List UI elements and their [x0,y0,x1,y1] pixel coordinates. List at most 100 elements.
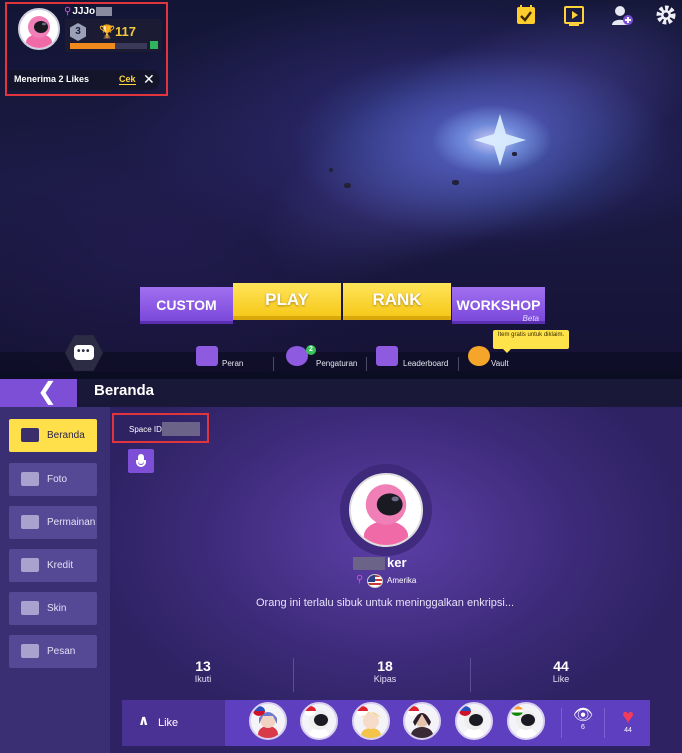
player-name: ⚲JJJo [64,6,113,17]
gender-icon: ⚲ [64,6,72,17]
id-card-icon [21,428,39,442]
stat-likes[interactable]: 44 Like [521,658,601,685]
flag-icon [304,706,316,716]
sidebar: Beranda Foto Permainan Kredit Skin Pesan [0,407,110,753]
bio-text: Orang ini terlalu sibuk untuk meninggalk… [256,597,515,609]
liker-avatar[interactable] [352,702,390,740]
space-id: Space ID [112,413,209,443]
xp-progress-fill [70,43,115,49]
divider [366,357,367,371]
asteroid [452,180,459,185]
asteroid [344,183,351,188]
chevron-up-icon: ∧ [138,712,150,728]
chevron-left-icon: ❮ [37,378,58,405]
divider [470,658,471,692]
add-friend-icon[interactable] [611,4,633,26]
sidebar-item-credit[interactable]: Kredit [9,549,97,582]
redacted-text [353,557,385,571]
back-button[interactable]: ❮ [0,379,77,407]
profile-avatar[interactable] [349,473,423,547]
astronaut-avatar-icon [351,475,421,545]
xp-progress-bar [70,43,147,49]
microphone-icon[interactable] [128,449,154,473]
sidebar-item-skin[interactable]: Skin [9,592,97,625]
eye-icon: 👁 [572,707,594,724]
divider [604,708,605,738]
play-button[interactable]: PLAY [233,283,341,320]
flag-icon [511,706,523,716]
country-name: Amerika [387,576,417,585]
sidebar-item-photo[interactable]: Foto [9,463,97,496]
workshop-label: WORKSHOP [456,297,541,313]
nav-item-settings[interactable]: Pengaturan [286,340,362,370]
check-link[interactable]: Cek [119,74,136,85]
views-count: 6 [581,724,585,731]
image-icon [21,472,39,486]
vault-icon [468,346,490,366]
redacted-text [162,422,200,436]
custom-mode-button[interactable]: CUSTOM [140,287,233,324]
sidebar-item-home[interactable]: Beranda [9,419,97,452]
trophy-icon: 🏆 [99,24,116,39]
like-notification: Menerima 2 Likes Cek ✕ [9,70,160,90]
heart-icon: ♥ [622,706,634,728]
flag-icon [459,706,471,716]
page-title: Beranda [94,382,155,399]
credit-icon [21,558,39,572]
flag-icon [253,706,265,716]
like-button[interactable]: ♥ 44 [612,707,644,734]
divider [458,357,459,371]
rank-button[interactable]: RANK [343,283,451,320]
galaxy-core [474,114,526,166]
rank-panel[interactable]: 3 🏆 117 [65,19,162,52]
nav-label: Leaderboard [403,359,449,368]
profile-card[interactable]: ⚲JJJo 3 🏆 117 Menerima 2 Likes Cek ✕ [5,2,168,96]
notification-badge: 2 [306,345,316,355]
nav-label: Pengaturan [316,359,358,368]
notification-text: Menerima 2 Likes [14,74,90,84]
liker-avatar[interactable] [249,702,287,740]
sidebar-item-games[interactable]: Permainan [9,506,97,539]
avatar[interactable] [18,8,60,50]
stat-fans[interactable]: 18 Kipas [345,658,425,685]
divider [273,357,274,371]
divider [293,658,294,692]
astronaut-avatar-icon [20,10,58,48]
redacted-text [96,6,113,16]
nav-label: Peran [222,359,244,368]
role-icon [196,346,218,366]
flag-icon [407,706,419,716]
shirt-icon [21,601,39,615]
asteroid [329,168,333,172]
liker-avatar[interactable] [300,702,338,740]
gamepad-icon [21,515,39,529]
sidebar-item-messages[interactable]: Pesan [9,635,97,668]
nav-item-leaderboard[interactable]: Leaderboard [376,340,456,370]
settings-icon[interactable] [655,4,677,26]
views-counter: 👁 6 [570,707,596,732]
liker-avatar[interactable] [455,702,493,740]
leaderboard-icon [376,346,398,366]
video-icon[interactable] [563,4,585,26]
likes-count: 44 [624,727,632,734]
friends-icon [286,346,308,366]
message-icon [21,644,39,658]
username: ker [353,555,407,571]
space-id-label: Space ID [129,425,162,434]
flag-icon [356,706,368,716]
trophy-count: 117 [115,24,136,39]
liker-avatar[interactable] [403,702,441,740]
stat-following[interactable]: 13 Ikuti [163,658,243,685]
like-toggle[interactable]: ∧ Like [122,700,225,746]
checklist-icon[interactable] [515,4,537,26]
level-badge: 3 [70,23,86,41]
us-flag-icon [367,574,383,588]
beta-tag: Beta [522,314,539,323]
like-label: Like [158,717,179,729]
close-icon[interactable]: ✕ [143,71,155,87]
vault-tooltip: Item gratis untuk diklaim. [493,330,569,353]
currency-icon [150,41,158,49]
liker-avatar[interactable] [507,702,545,740]
nav-item-role[interactable]: Peran [196,340,256,370]
workshop-button[interactable]: WORKSHOP Beta [452,287,545,324]
